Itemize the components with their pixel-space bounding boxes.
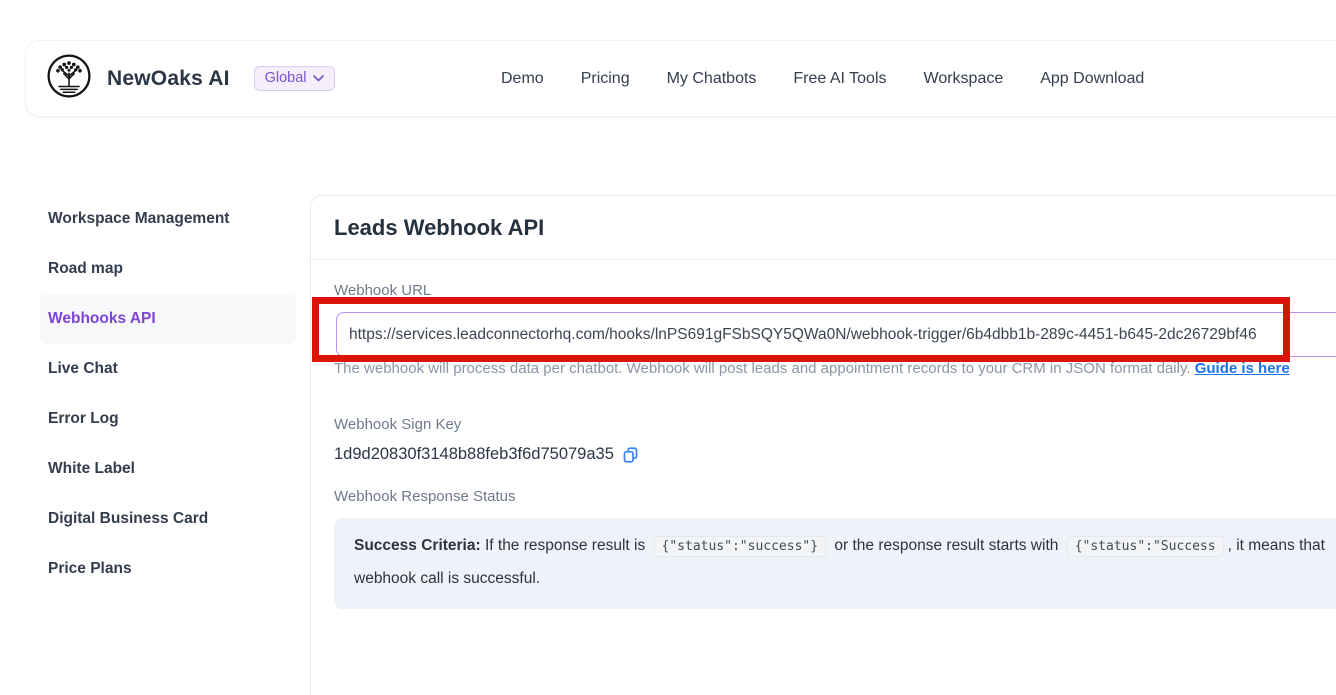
webhook-url-input[interactable] <box>336 312 1336 357</box>
brand-name: NewOaks AI <box>107 67 230 91</box>
panel-header: Leads Webhook API <box>311 196 1336 260</box>
sidebar-item-price-plans[interactable]: Price Plans <box>40 544 296 594</box>
nav-item-workspace[interactable]: Workspace <box>924 70 1004 88</box>
chevron-down-icon <box>313 75 324 82</box>
sidebar-item-digital-business-card[interactable]: Digital Business Card <box>40 494 296 544</box>
sidebar-item-error-log[interactable]: Error Log <box>40 394 296 444</box>
sidebar-item-webhooks-api[interactable]: Webhooks API <box>40 294 296 344</box>
page-title: Leads Webhook API <box>334 215 544 241</box>
main-nav: Demo Pricing My Chatbots Free AI Tools W… <box>501 41 1144 116</box>
webhook-helper-text: The webhook will process data per chatbo… <box>334 360 1290 377</box>
nav-item-app-download[interactable]: App Download <box>1040 70 1144 88</box>
success-criteria-box: Success Criteria: If the response result… <box>334 518 1336 609</box>
sidebar-item-live-chat[interactable]: Live Chat <box>40 344 296 394</box>
brand-logo-icon <box>46 53 92 104</box>
success-criteria-prefix: Success Criteria: <box>354 537 481 554</box>
success-criteria-line1: Success Criteria: If the response result… <box>354 535 1336 557</box>
webhook-sign-key-label: Webhook Sign Key <box>334 416 461 433</box>
nav-item-pricing[interactable]: Pricing <box>581 70 630 88</box>
settings-sidebar: Workspace Management Road map Webhooks A… <box>40 194 296 594</box>
webhook-response-status-label: Webhook Response Status <box>334 488 516 505</box>
region-dropdown[interactable]: Global <box>254 66 335 91</box>
webhook-sign-key-row: 1d9d20830f3148b88feb3f6d75079a35 <box>334 444 639 464</box>
nav-item-my-chatbots[interactable]: My Chatbots <box>667 70 757 88</box>
sidebar-item-white-label[interactable]: White Label <box>40 444 296 494</box>
code-chip-success-prefix: {"status":"Success <box>1067 536 1224 557</box>
webhook-sign-key-value: 1d9d20830f3148b88feb3f6d75079a35 <box>334 445 614 464</box>
code-chip-success: {"status":"success"} <box>654 536 827 557</box>
sidebar-item-road-map[interactable]: Road map <box>40 244 296 294</box>
nav-item-demo[interactable]: Demo <box>501 70 544 88</box>
success-criteria-line2: webhook call is successful. <box>354 568 1336 590</box>
sidebar-item-workspace-management[interactable]: Workspace Management <box>40 194 296 244</box>
brand-home-link[interactable]: NewOaks AI <box>46 53 230 104</box>
region-label: Global <box>265 70 307 86</box>
guide-link[interactable]: Guide is here <box>1195 360 1290 377</box>
copy-icon[interactable] <box>622 446 639 464</box>
top-header: NewOaks AI Global Demo Pricing My Chatbo… <box>25 40 1336 117</box>
webhook-api-panel: Leads Webhook API Webhook URL The webhoo… <box>310 195 1336 695</box>
webhook-url-label: Webhook URL <box>334 282 431 299</box>
nav-item-free-ai-tools[interactable]: Free AI Tools <box>793 70 886 88</box>
